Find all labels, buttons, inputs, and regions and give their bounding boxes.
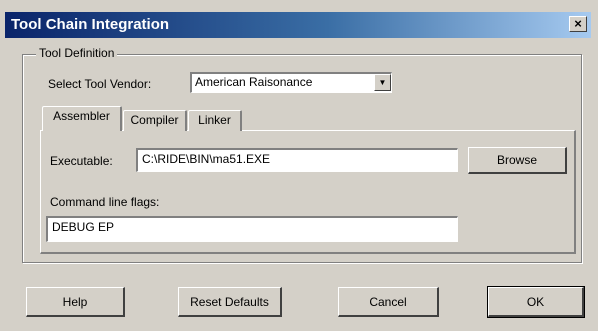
- title-bar[interactable]: Tool Chain Integration ×: [5, 12, 591, 38]
- tab-assembler[interactable]: Assembler: [42, 106, 122, 131]
- tab-assembler-label: Assembler: [53, 109, 110, 123]
- dropdown-arrow-button[interactable]: ▼: [374, 74, 391, 91]
- tool-definition-label: Tool Definition: [36, 46, 118, 60]
- ok-button[interactable]: OK: [487, 286, 585, 318]
- close-icon: ×: [574, 16, 582, 31]
- tab-linker[interactable]: Linker: [188, 110, 242, 131]
- close-button[interactable]: ×: [569, 16, 587, 32]
- executable-input[interactable]: C:\RIDE\BIN\ma51.EXE: [136, 148, 458, 172]
- window-title: Tool Chain Integration: [11, 16, 170, 33]
- tab-linker-label: Linker: [198, 113, 231, 127]
- help-button[interactable]: Help: [26, 287, 125, 317]
- tool-chain-integration-dialog: Tool Chain Integration × Tool Definition…: [0, 0, 598, 331]
- chevron-down-icon: ▼: [378, 78, 387, 87]
- tool-vendor-select[interactable]: American Raisonance ▼: [190, 72, 392, 93]
- cancel-button[interactable]: Cancel: [338, 287, 439, 317]
- tab-compiler[interactable]: Compiler: [123, 110, 187, 131]
- tab-compiler-label: Compiler: [130, 113, 179, 127]
- browse-button[interactable]: Browse: [468, 147, 567, 174]
- command-line-flags-label: Command line flags:: [50, 195, 160, 209]
- select-tool-vendor-label: Select Tool Vendor:: [48, 77, 152, 91]
- tool-vendor-value: American Raisonance: [195, 75, 313, 89]
- executable-label: Executable:: [50, 154, 113, 168]
- reset-defaults-button[interactable]: Reset Defaults: [178, 287, 282, 317]
- command-line-flags-input[interactable]: DEBUG EP: [46, 216, 458, 242]
